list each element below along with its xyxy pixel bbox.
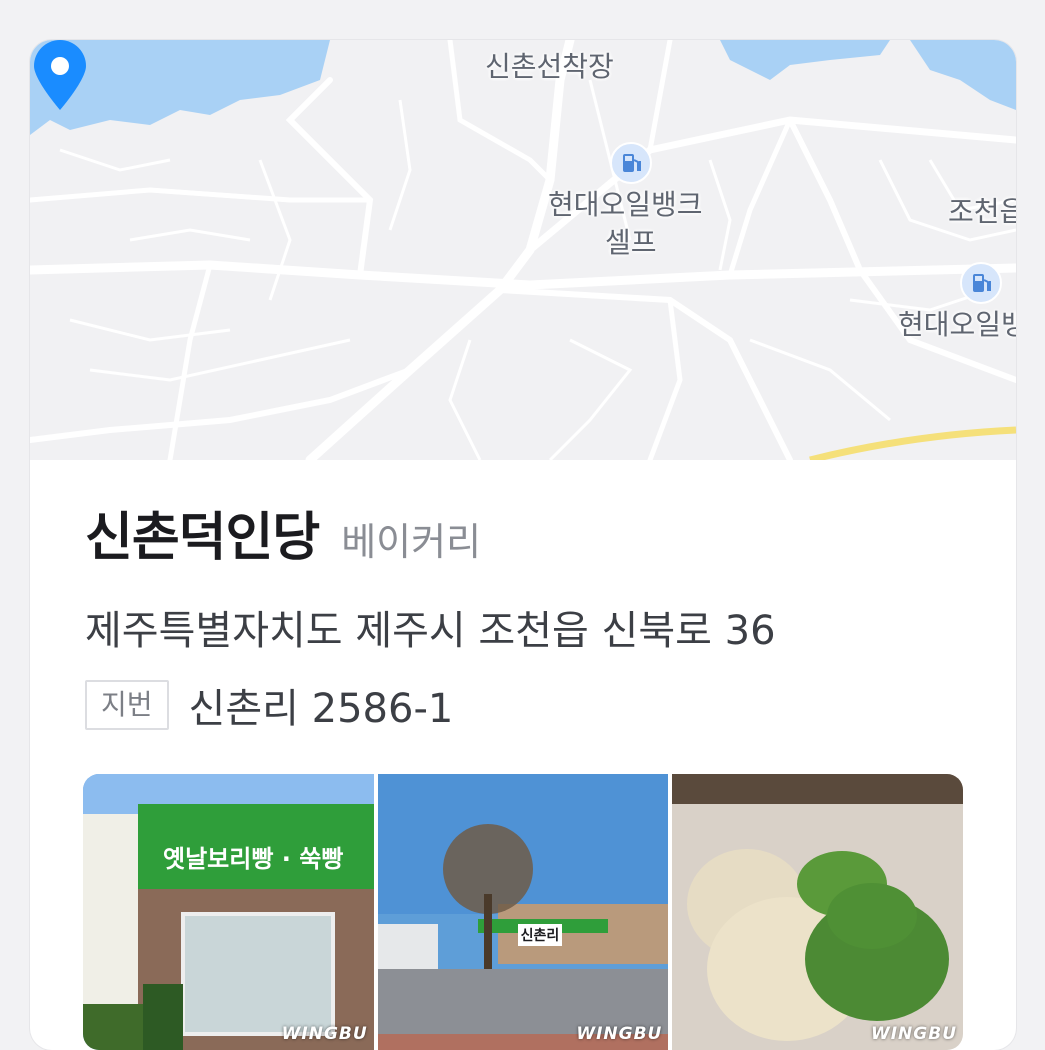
place-card[interactable]: 신촌선착장 현대오일뱅크 셀프 조천읍 현대오일뱅크 신촌덕인당 베이커리 제주…: [30, 40, 1016, 1050]
title-row: 신촌덕인당 베이커리: [85, 495, 986, 570]
place-category: 베이커리: [341, 520, 482, 564]
jibun-row: 지번 신촌리 2586-1: [85, 676, 986, 734]
map-label-town: 조천읍: [948, 195, 1016, 228]
map-label-wharf: 신촌선착장: [485, 50, 614, 83]
place-name[interactable]: 신촌덕인당: [85, 495, 320, 570]
jibun-badge: 지번: [85, 680, 169, 730]
photo-storefront[interactable]: 옛날보리빵 · 쑥빵 WINGBU: [83, 774, 374, 1050]
photo-watermark: WINGBU: [281, 1024, 368, 1044]
road-address: 제주특별자치도 제주시 조천읍 신북로 36: [85, 608, 776, 654]
map-label-gas-station-self: 셀프: [605, 226, 657, 259]
gas-station-icon[interactable]: [610, 142, 652, 184]
street-sign: 신촌리: [517, 924, 563, 946]
place-info: 신촌덕인당 베이커리 제주특별자치도 제주시 조천읍 신북로 36 지번 신촌리…: [85, 495, 986, 734]
photo-buns[interactable]: WINGBU: [672, 774, 963, 1050]
map-label-gas-station[interactable]: 현대오일뱅크: [548, 188, 703, 222]
photo-strip: 옛날보리빵 · 쑥빵 WINGBU 신촌리 WINGBU WINGBU: [83, 774, 963, 1050]
photo-street[interactable]: 신촌리 WINGBU: [377, 774, 669, 1050]
jibun-address: 신촌리 2586-1: [188, 686, 454, 732]
storefront-sign: 옛날보리빵 · 쑥빵: [163, 845, 344, 873]
gas-station-icon[interactable]: [960, 262, 1002, 304]
map-canvas: [30, 40, 1016, 460]
location-pin-icon[interactable]: [30, 40, 90, 112]
photo-watermark: WINGBU: [870, 1024, 958, 1044]
photo-watermark: WINGBU: [576, 1024, 663, 1044]
map-label-gas-station-2[interactable]: 현대오일뱅크: [898, 308, 1016, 342]
map-view[interactable]: 신촌선착장 현대오일뱅크 셀프 조천읍 현대오일뱅크: [30, 40, 1016, 460]
